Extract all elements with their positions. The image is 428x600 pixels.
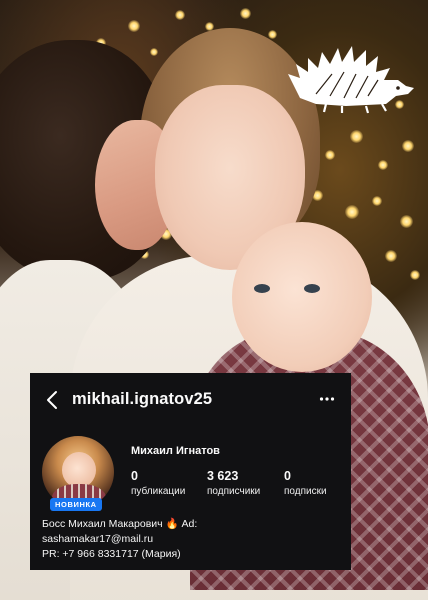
- display-name: Михаил Игнатов: [131, 445, 220, 457]
- hedgehog-logo-icon: [288, 46, 414, 114]
- bio-line: PR: +7 966 8331717 (Мария): [42, 548, 181, 560]
- new-badge: НОВИНКА: [50, 498, 102, 511]
- stat-followers-value: 3 623: [207, 469, 239, 483]
- profile-username: mikhail.ignatov25: [72, 390, 213, 408]
- chevron-left-icon[interactable]: [44, 389, 62, 411]
- stat-following[interactable]: 0 подписки: [284, 469, 327, 497]
- bio-email-link[interactable]: sashamakar17@mail.ru: [42, 532, 342, 547]
- profile-header: mikhail.ignatov25: [30, 373, 351, 427]
- stat-followers-label: подписчики: [207, 486, 261, 497]
- profile-card: mikhail.ignatov25 НОВИНКА Михаил Игнатов…: [30, 373, 351, 570]
- stat-posts[interactable]: 0 публикации: [131, 469, 185, 497]
- stat-following-label: подписки: [284, 486, 327, 497]
- profile-bio: Босс Михаил Макарович 🔥 Ad: sashamakar17…: [42, 517, 342, 562]
- profile-avatar-container[interactable]: НОВИНКА: [42, 436, 114, 511]
- stat-following-value: 0: [284, 469, 291, 483]
- stat-posts-label: публикации: [131, 486, 186, 497]
- stat-followers[interactable]: 3 623 подписчики: [207, 469, 260, 497]
- more-horizontal-icon[interactable]: [319, 391, 335, 407]
- stat-posts-value: 0: [131, 469, 138, 483]
- bio-line: Босс Михаил Макарович 🔥 Ad:: [42, 518, 198, 530]
